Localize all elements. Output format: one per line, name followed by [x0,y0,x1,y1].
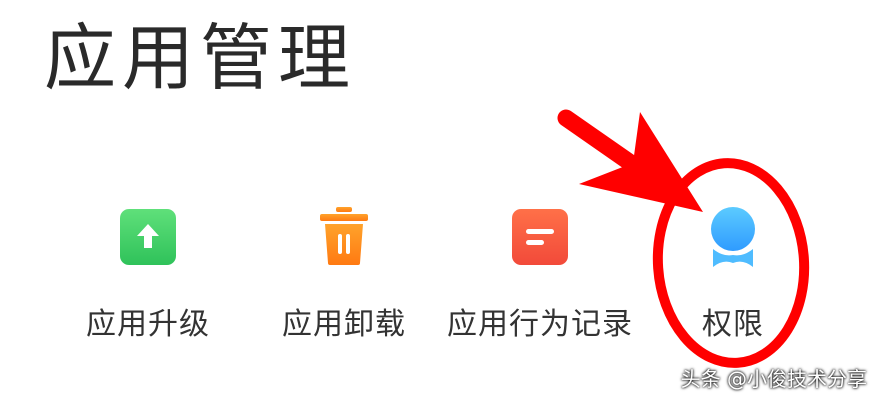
annotation-arrow [557,109,703,212]
arrow-up-icon [116,205,180,269]
watermark: 头条 @小俊技术分享 [680,367,867,391]
app-behavior-record-button[interactable]: 应用行为记录 [438,205,642,343]
badge-icon [701,205,765,269]
app-upgrade-label: 应用升级 [86,307,210,342]
trash-icon [312,205,376,269]
app-uninstall-label: 应用卸载 [282,307,406,342]
page-title: 应用管理 [44,16,357,100]
app-upgrade-button[interactable]: 应用升级 [78,205,218,343]
permissions-button[interactable]: 权限 [683,205,783,343]
app-uninstall-button[interactable]: 应用卸载 [274,205,414,343]
permissions-label: 权限 [702,307,764,342]
record-icon [508,205,572,269]
app-behavior-record-label: 应用行为记录 [447,307,633,342]
